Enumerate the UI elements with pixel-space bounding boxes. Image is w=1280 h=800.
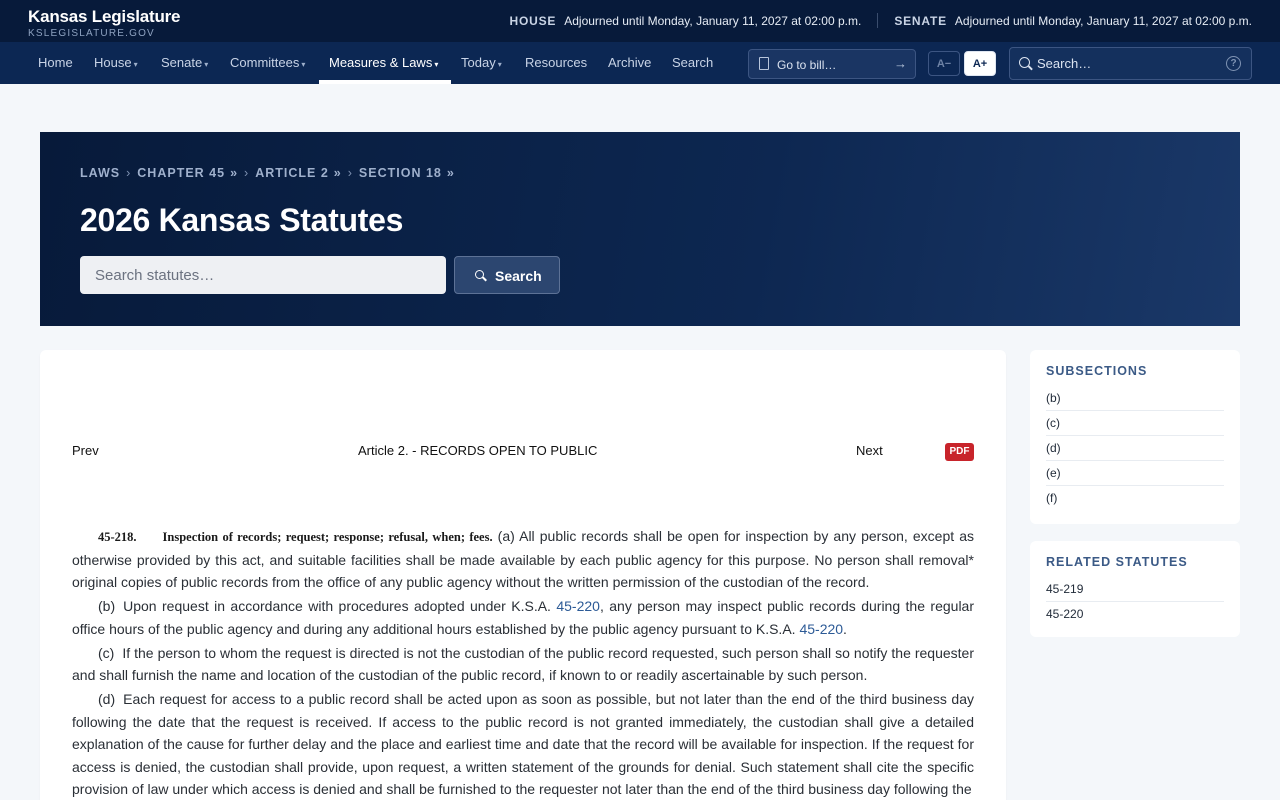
site-search-input[interactable] bbox=[1037, 48, 1217, 79]
breadcrumb-section-menu[interactable]: » bbox=[447, 166, 455, 180]
nav-committees-label: Committees bbox=[230, 55, 300, 70]
chevron-down-icon: ▾ bbox=[434, 60, 439, 69]
page-title: 2026 Kansas Statutes bbox=[80, 202, 404, 238]
statute-link[interactable]: 45-220 bbox=[799, 621, 843, 637]
top-bar: Kansas Legislature KSLEGISLATURE.GOV HOU… bbox=[0, 0, 1280, 42]
nav-measures-label: Measures & Laws bbox=[329, 55, 433, 70]
subsection-c-label: (c) bbox=[98, 644, 115, 661]
breadcrumb-article-menu[interactable]: » bbox=[334, 166, 342, 180]
breadcrumb-separator: › bbox=[347, 166, 353, 180]
font-increase-button[interactable]: A+ bbox=[964, 51, 996, 76]
breadcrumb-section[interactable]: SECTION 18 bbox=[359, 166, 442, 180]
subsection-d-label: (d) bbox=[98, 691, 116, 707]
arrow-right-icon: → bbox=[894, 56, 907, 71]
subsection-b: (b) Upon request in accordance with proce… bbox=[72, 595, 974, 640]
house-status-text: Adjourned until Monday, January 11, 2027… bbox=[564, 13, 862, 28]
nav-today[interactable]: Today ▾ bbox=[461, 42, 502, 84]
statute-panel: Prev Article 2. - RECORDS OPEN TO PUBLIC… bbox=[40, 350, 1006, 800]
subsection-link[interactable]: (f) bbox=[1046, 486, 1224, 511]
article-title: Article 2. - RECORDS OPEN TO PUBLIC bbox=[358, 443, 598, 458]
breadcrumb-article[interactable]: ARTICLE 2 bbox=[255, 166, 329, 180]
nav-search[interactable]: Search bbox=[672, 42, 713, 84]
nav-home-label: Home bbox=[38, 55, 73, 70]
subsection-c-text: If the person to whom the request is dir… bbox=[72, 644, 974, 684]
related-statutes-card: RELATED STATUTES 45-219 45-220 bbox=[1030, 541, 1240, 637]
subsection-c: (c) If the person to whom the request is … bbox=[72, 642, 974, 687]
subsection-b-label: (b) bbox=[98, 598, 116, 614]
nav-home[interactable]: Home bbox=[38, 42, 73, 84]
breadcrumb-chapter[interactable]: CHAPTER 45 bbox=[137, 166, 225, 180]
pdf-button[interactable]: PDF bbox=[945, 443, 974, 461]
related-statute-link[interactable]: 45-219 bbox=[1046, 577, 1224, 602]
hero-banner: LAWS › CHAPTER 45 » › ARTICLE 2 » › SECT… bbox=[40, 132, 1240, 326]
statute-search-button[interactable]: Search bbox=[454, 256, 560, 294]
site-title[interactable]: Kansas Legislature bbox=[28, 7, 181, 27]
nav-resources[interactable]: Resources bbox=[525, 42, 587, 84]
chevron-down-icon: ▾ bbox=[204, 60, 209, 69]
house-label: HOUSE bbox=[509, 13, 557, 28]
nav-senate[interactable]: Senate ▾ bbox=[161, 42, 208, 84]
site-search: ? bbox=[1009, 47, 1252, 80]
subsection-b-text: . bbox=[843, 620, 847, 637]
breadcrumb-separator: › bbox=[126, 166, 132, 180]
document-icon bbox=[759, 57, 769, 70]
site-subtitle: KSLEGISLATURE.GOV bbox=[28, 28, 155, 39]
go-to-bill-button[interactable]: Go to bill… → bbox=[748, 49, 916, 79]
nav-house[interactable]: House ▾ bbox=[94, 42, 138, 84]
chevron-down-icon: ▾ bbox=[301, 60, 306, 69]
statute-text: 45-218. Inspection of records; request; r… bbox=[72, 525, 974, 800]
nav-house-label: House bbox=[94, 55, 132, 70]
related-statutes-heading: RELATED STATUTES bbox=[1046, 555, 1188, 569]
subsection-link[interactable]: (e) bbox=[1046, 461, 1224, 486]
subsection-link[interactable]: (b) bbox=[1046, 386, 1224, 411]
subsection-link[interactable]: (c) bbox=[1046, 411, 1224, 436]
subsection-d-text: Each request for access to a public reco… bbox=[72, 691, 974, 797]
article-nav: Prev Article 2. - RECORDS OPEN TO PUBLIC… bbox=[72, 443, 974, 463]
breadcrumb: LAWS › CHAPTER 45 » › ARTICLE 2 » › SECT… bbox=[80, 166, 455, 180]
nav-committees[interactable]: Committees ▾ bbox=[230, 42, 305, 84]
next-link[interactable]: Next bbox=[856, 443, 883, 458]
section-number: 45-218. bbox=[98, 530, 137, 544]
breadcrumb-separator: › bbox=[244, 166, 250, 180]
font-decrease-button[interactable]: A− bbox=[928, 51, 960, 76]
site-brand[interactable]: Kansas Legislature KSLEGISLATURE.GOV bbox=[28, 7, 181, 39]
search-icon bbox=[1019, 57, 1030, 68]
chevron-down-icon: ▾ bbox=[497, 60, 502, 69]
nav-active-indicator bbox=[319, 80, 451, 84]
statute-search-button-label: Search bbox=[495, 268, 542, 284]
status-divider bbox=[877, 13, 879, 28]
senate-label: SENATE bbox=[894, 13, 947, 28]
related-statute-link[interactable]: 45-220 bbox=[1046, 602, 1224, 627]
nav-archive[interactable]: Archive bbox=[608, 42, 651, 84]
go-to-bill-label: Go to bill… bbox=[777, 58, 837, 72]
prev-link[interactable]: Prev bbox=[72, 443, 99, 458]
subsection-link[interactable]: (d) bbox=[1046, 436, 1224, 461]
statute-link[interactable]: 45-220 bbox=[556, 598, 600, 614]
subsection-b-text: Upon request in accordance with procedur… bbox=[123, 598, 557, 614]
statute-search-input[interactable] bbox=[80, 256, 446, 294]
nav-resources-label: Resources bbox=[525, 55, 588, 70]
breadcrumb-chapter-menu[interactable]: » bbox=[230, 166, 238, 180]
subsection-d: (d) Each request for access to a public r… bbox=[72, 688, 974, 800]
nav-today-label: Today bbox=[461, 55, 496, 70]
subsection-a: 45-218. Inspection of records; request; r… bbox=[72, 525, 974, 594]
section-heading: Inspection of records; request; response… bbox=[162, 530, 493, 544]
nav-search-label: Search bbox=[672, 55, 714, 70]
subsections-card: SUBSECTIONS (b) (c) (d) (e) (f) bbox=[1030, 350, 1240, 524]
breadcrumb-laws[interactable]: LAWS bbox=[80, 166, 120, 180]
nav-measures-laws[interactable]: Measures & Laws ▾ bbox=[329, 42, 438, 84]
search-icon bbox=[475, 270, 484, 279]
nav-senate-label: Senate bbox=[161, 55, 203, 70]
subsections-heading: SUBSECTIONS bbox=[1046, 364, 1148, 378]
nav-archive-label: Archive bbox=[608, 55, 652, 70]
help-icon[interactable]: ? bbox=[1226, 56, 1241, 71]
chevron-down-icon: ▾ bbox=[133, 60, 138, 69]
senate-status-text: Adjourned until Monday, January 11, 2027… bbox=[954, 13, 1252, 28]
session-status: HOUSE Adjourned until Monday, January 11… bbox=[510, 13, 1252, 28]
